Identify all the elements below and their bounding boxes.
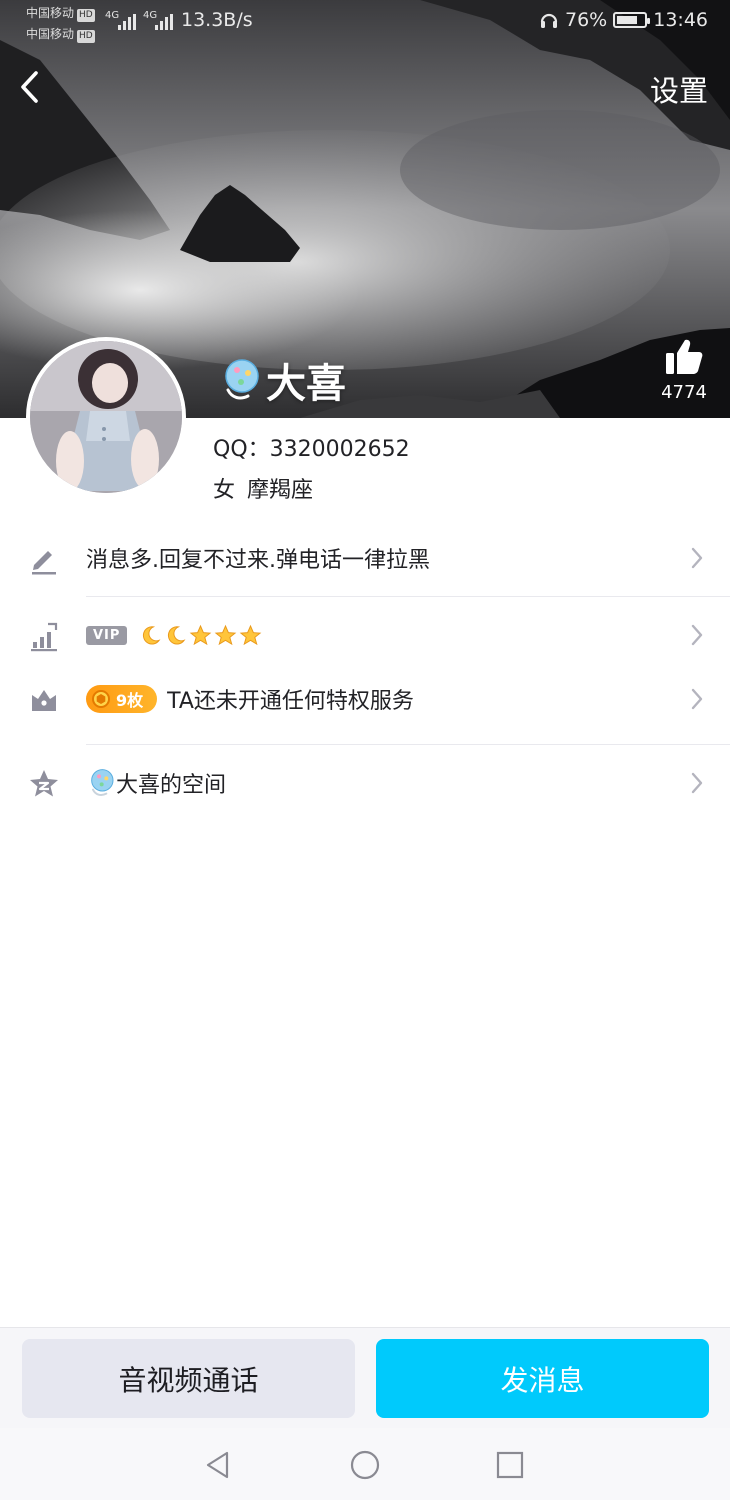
qq-number: 3320002652 [269, 437, 410, 462]
headphones-icon [540, 13, 558, 28]
level-row[interactable]: VIP [0, 600, 730, 670]
like-button[interactable]: 4774 [660, 338, 708, 403]
privilege-text: TA还未开通任何特权服务 [167, 689, 414, 714]
carrier-info: 中国移动 HD 中国移动 HD [26, 3, 95, 45]
balloon-icon [225, 359, 259, 400]
gender: 女 [213, 478, 236, 503]
network-type: 4G [105, 10, 120, 21]
star-icon [190, 624, 212, 645]
system-nav-bar [0, 1428, 730, 1500]
divider [86, 744, 730, 745]
avatar[interactable] [26, 337, 186, 497]
moon-icon [143, 625, 161, 644]
divider [86, 596, 730, 597]
name-row: 大喜 [218, 352, 346, 408]
clock: 13:46 [653, 9, 708, 31]
status-bar: 中国移动 HD 中国移动 HD 4G 4G 13.3B/s 76% 13:46 [0, 0, 730, 44]
nav-home-icon[interactable] [349, 1449, 381, 1481]
chevron-right-icon [691, 624, 703, 646]
net-speed: 13.3B/s [181, 9, 253, 31]
nav-recents-icon[interactable] [494, 1449, 526, 1481]
battery-percent: 76% [565, 9, 608, 31]
moon-icon [168, 625, 186, 644]
send-message-button[interactable]: 发消息 [376, 1339, 709, 1418]
qq-number-line: QQ：3320002652 [213, 431, 410, 463]
nav-back-icon[interactable] [202, 1449, 234, 1481]
profile-name: 大喜 [266, 361, 346, 407]
chevron-right-icon [691, 772, 703, 794]
signal-icon [155, 14, 175, 30]
bar-chart-icon [31, 622, 58, 652]
vip-tag: VIP [86, 625, 128, 645]
chevron-right-icon [691, 547, 703, 569]
avatar-photo [30, 341, 182, 493]
star-icon [240, 624, 262, 645]
coin-icon [92, 690, 110, 708]
balloon-icon [91, 769, 114, 796]
settings-button[interactable]: 设置 [650, 68, 708, 110]
coin-count: 9枚 [116, 691, 144, 710]
space-row[interactable]: 大喜的空间 [0, 748, 730, 818]
coin-badge: 9枚 [86, 685, 158, 713]
chevron-right-icon [691, 688, 703, 710]
chevron-left-icon [21, 71, 38, 103]
video-call-button[interactable]: 音视频通话 [22, 1339, 355, 1418]
thumbs-up-icon [666, 339, 703, 374]
back-button[interactable] [14, 66, 48, 108]
carrier-1: 中国移动 [26, 6, 75, 20]
hd-badge: HD [77, 30, 95, 43]
profile-meta: 女摩羯座 [213, 472, 313, 504]
signature-text: 消息多.回复不过来.弹电话一律拉黑 [86, 548, 430, 573]
hd-badge: HD [77, 9, 95, 22]
crown-icon [32, 690, 56, 711]
signal-icon [118, 14, 138, 30]
action-bar: 音视频通话 发消息 [0, 1327, 730, 1428]
carrier-2: 中国移动 [26, 27, 75, 41]
space-text: 大喜的空间 [116, 773, 227, 798]
star-icon [215, 624, 237, 645]
signature-row[interactable]: 消息多.回复不过来.弹电话一律拉黑 [0, 523, 730, 593]
pencil-icon [32, 551, 56, 575]
level-badges [139, 624, 262, 647]
like-count: 4774 [661, 382, 707, 403]
battery-icon [613, 12, 651, 28]
privilege-row[interactable]: 9枚 TA还未开通任何特权服务 [0, 664, 730, 734]
qzone-star-icon [30, 770, 58, 797]
qq-label: QQ： [213, 437, 270, 462]
zodiac: 摩羯座 [247, 478, 314, 503]
